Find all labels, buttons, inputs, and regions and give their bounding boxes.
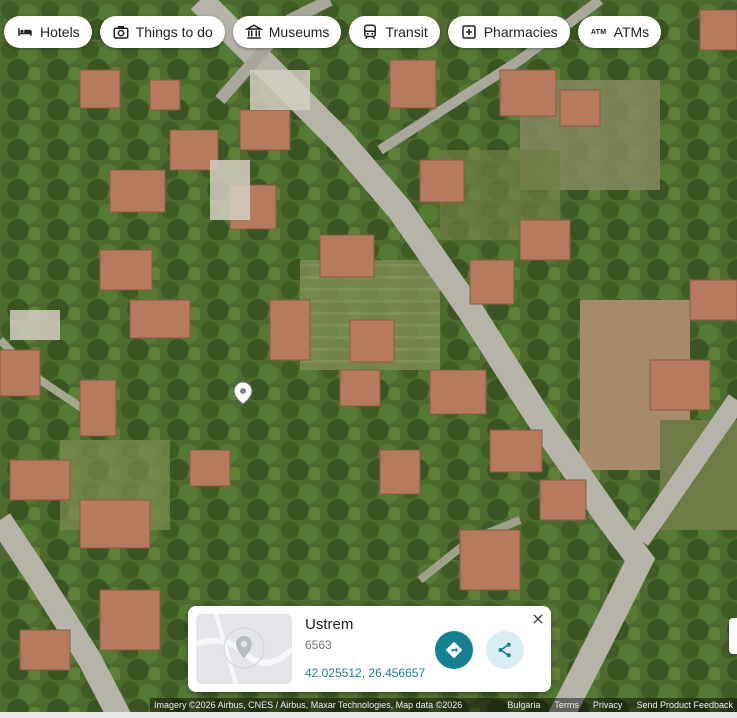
close-button[interactable]: [529, 610, 547, 628]
place-title: Ustrem: [305, 616, 354, 633]
attribution-bar: Imagery ©2026 Airbus, CNES / Airbus, Max…: [0, 698, 737, 712]
imagery-credit: Imagery ©2026 Airbus, CNES / Airbus, Max…: [154, 700, 463, 710]
share-icon: [498, 642, 511, 658]
chip-atms[interactable]: ATM ATMs: [577, 16, 662, 48]
chip-transit[interactable]: Transit: [349, 16, 440, 48]
directions-icon: [445, 641, 463, 659]
transit-icon: [361, 23, 379, 41]
place-postcode: 6563: [305, 638, 332, 652]
chip-label: Pharmacies: [483, 24, 558, 40]
chip-hotels[interactable]: Hotels: [4, 16, 92, 48]
directions-button[interactable]: [435, 631, 473, 669]
chip-label: Hotels: [40, 24, 80, 40]
place-card[interactable]: Ustrem 6563 42.025512, 26.456657: [188, 606, 551, 692]
pharmacy-icon: [460, 23, 478, 41]
chip-label: Transit: [385, 24, 428, 40]
feedback-link[interactable]: Send Product Feedback: [636, 700, 733, 710]
bed-icon: [16, 23, 34, 41]
chip-label: ATMs: [613, 24, 650, 40]
share-button[interactable]: [486, 631, 524, 669]
side-panel-handle[interactable]: [729, 618, 737, 654]
chip-museums[interactable]: Museums: [232, 16, 342, 48]
place-coordinates[interactable]: 42.025512, 26.456657: [305, 666, 425, 680]
close-icon: [533, 614, 543, 624]
region-label: Bulgaria: [507, 700, 541, 710]
chip-label: Museums: [268, 24, 330, 40]
chip-label: Things to do: [135, 24, 213, 40]
category-chips: Hotels Things to do Museums Transit Phar…: [4, 16, 662, 48]
terms-link[interactable]: Terms: [554, 700, 579, 710]
museum-icon: [244, 23, 263, 41]
atm-icon: ATM: [590, 28, 607, 36]
chip-pharmacies[interactable]: Pharmacies: [447, 16, 570, 48]
chip-things-to-do[interactable]: Things to do: [99, 16, 225, 48]
camera-icon: [112, 23, 130, 41]
place-thumbnail[interactable]: [196, 614, 292, 684]
privacy-link[interactable]: Privacy: [593, 700, 623, 710]
bottom-strip: [0, 712, 737, 718]
